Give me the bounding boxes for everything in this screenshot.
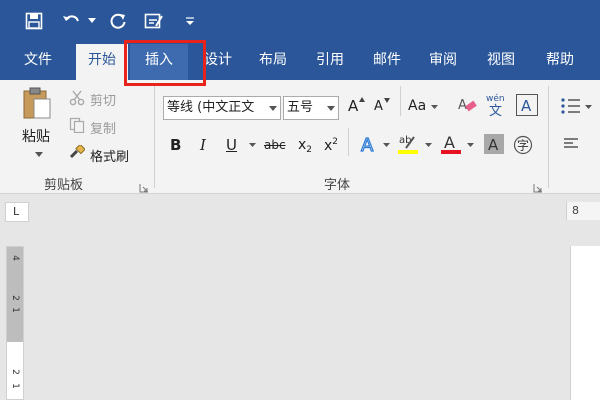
grow-caret-icon (358, 96, 366, 102)
phonetic-top-text: wén (486, 93, 505, 104)
bullets-icon[interactable] (560, 96, 582, 116)
vruler-label: 1 (10, 307, 20, 313)
italic-button[interactable]: I (200, 136, 206, 154)
highlight-dropdown-icon[interactable] (424, 142, 432, 148)
paste-dropdown-icon[interactable] (34, 150, 44, 158)
tab-help[interactable]: 帮助 (534, 44, 586, 80)
clipboard-group-label: 剪贴板 (44, 178, 84, 193)
group-separator (154, 86, 155, 188)
undo-dropdown-icon[interactable] (86, 8, 98, 34)
character-border-icon[interactable]: A (516, 94, 538, 116)
font-group-label: 字体 (324, 178, 351, 193)
change-case-dropdown-icon[interactable] (430, 104, 438, 110)
font-launcher-icon[interactable] (533, 178, 543, 193)
character-shading-icon[interactable]: A (484, 134, 504, 154)
svg-text:A: A (488, 136, 499, 152)
save-icon[interactable] (22, 8, 46, 34)
clipboard-launcher-icon[interactable] (139, 178, 149, 193)
tab-review[interactable]: 审阅 (420, 44, 466, 80)
paste-label[interactable]: 粘贴 (22, 126, 50, 146)
vruler-label: 1 (10, 383, 20, 389)
paste-icon[interactable] (22, 86, 52, 120)
subscript-button[interactable]: x2 (298, 137, 312, 155)
svg-text:A: A (361, 135, 374, 155)
insert-tab-highlight-box (124, 40, 206, 86)
bullets-dropdown-icon[interactable] (584, 104, 592, 110)
svg-text:A: A (444, 133, 455, 152)
font-size-combo[interactable]: 五号 (283, 96, 339, 120)
font-color-icon[interactable]: A (440, 132, 462, 156)
text-effects-icon[interactable]: A (358, 132, 380, 156)
tab-selector[interactable]: L (5, 202, 29, 222)
font-row2-separator (348, 128, 349, 156)
shrink-caret-icon (383, 97, 391, 103)
touch-mode-icon[interactable] (142, 8, 166, 34)
phonetic-bottom-text: 文 (489, 104, 502, 118)
ribbon-home: 粘贴 剪切 复制 格式刷 剪贴板 等线 (中文正文 五号 A A Aa A wé… (0, 80, 600, 194)
format-painter-label[interactable]: 格式刷 (90, 146, 129, 165)
tab-view[interactable]: 视图 (476, 44, 526, 80)
svg-text:字: 字 (517, 138, 529, 153)
document-page[interactable] (570, 246, 600, 400)
vertical-ruler[interactable]: 4 2 1 2 1 (6, 246, 24, 400)
font-color-dropdown-icon[interactable] (466, 142, 474, 148)
tab-references[interactable]: 引用 (308, 44, 352, 80)
font-inner-separator (400, 86, 401, 116)
change-case-button[interactable]: Aa (408, 98, 426, 114)
font-name-combo[interactable]: 等线 (中文正文 (163, 96, 281, 120)
svg-text:A: A (521, 97, 532, 113)
bold-button[interactable]: B (170, 136, 181, 154)
group-separator (548, 86, 549, 188)
tab-selector-label: L (13, 205, 20, 218)
font-size-dropdown-icon[interactable] (324, 97, 338, 119)
enclose-characters-icon[interactable]: 字 (512, 134, 534, 156)
customize-qat-icon[interactable] (182, 8, 198, 34)
repeat-icon[interactable] (106, 8, 130, 34)
superscript-button[interactable]: x2 (324, 137, 338, 154)
copy-icon[interactable] (68, 116, 86, 134)
quick-access-toolbar (0, 0, 600, 44)
cut-label[interactable]: 剪切 (90, 90, 116, 109)
grow-font-button[interactable]: A (348, 97, 358, 115)
horizontal-ruler-number: 8 (572, 204, 579, 217)
font-name-value: 等线 (中文正文 (167, 100, 255, 115)
cut-icon[interactable] (68, 89, 86, 107)
undo-icon[interactable] (60, 8, 84, 34)
copy-label[interactable]: 复制 (90, 118, 116, 137)
highlight-color-icon[interactable]: ab (398, 132, 420, 156)
align-left-icon[interactable] (562, 136, 580, 152)
phonetic-guide-icon[interactable]: wén 文 (484, 92, 508, 118)
underline-button[interactable]: U (226, 136, 237, 154)
clear-formatting-icon[interactable]: A (456, 94, 478, 116)
superscript-2: 2 (332, 137, 339, 147)
underline-dropdown-icon[interactable] (248, 142, 256, 148)
tab-file[interactable]: 文件 (12, 44, 64, 80)
font-size-value: 五号 (287, 100, 314, 115)
vruler-label: 4 (10, 255, 20, 261)
shrink-font-button[interactable]: A (374, 99, 383, 114)
subscript-2: 2 (306, 145, 313, 155)
tab-layout[interactable]: 布局 (250, 44, 296, 80)
text-effects-dropdown-icon[interactable] (382, 142, 390, 148)
ribbon-tabs: 文件 开始 插入 设计 布局 引用 邮件 审阅 视图 帮助 (0, 44, 600, 80)
tab-home[interactable]: 开始 (76, 44, 128, 80)
font-name-dropdown-icon[interactable] (266, 97, 280, 119)
strikethrough-button[interactable]: abc (264, 138, 286, 152)
format-painter-icon[interactable] (68, 144, 86, 162)
horizontal-ruler[interactable]: 8 (566, 202, 600, 220)
svg-text:A: A (458, 98, 467, 113)
tab-mailings[interactable]: 邮件 (364, 44, 410, 80)
